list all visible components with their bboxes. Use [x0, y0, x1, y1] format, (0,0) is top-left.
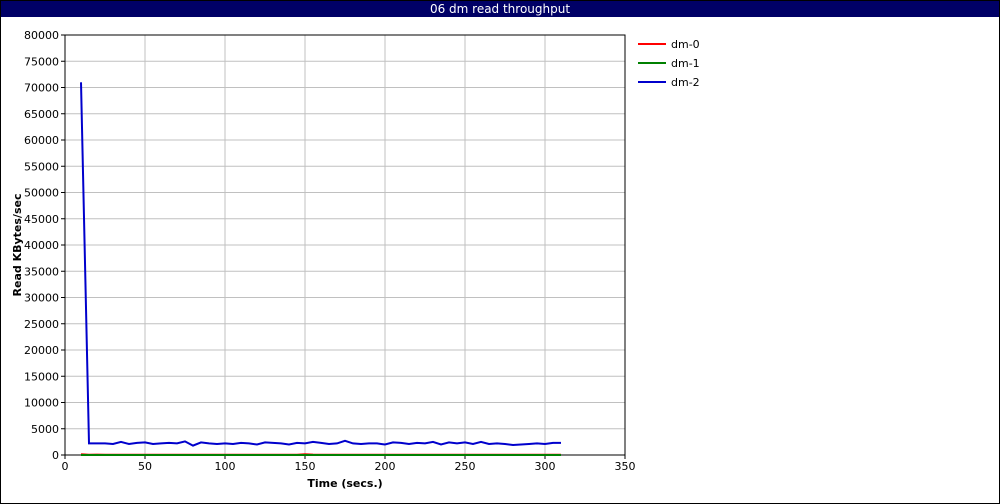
x-tick-label: 0 [62, 460, 69, 473]
y-axis-ticks: 0 5000 10000 15000 20000 25000 30000 35000 40000… [24, 29, 65, 462]
x-tick-label: 150 [295, 460, 316, 473]
x-axis-ticks: 0 50 100 150 200 250 300 350 [62, 455, 636, 473]
legend: dm-0 dm-1 dm-2 [638, 38, 700, 89]
y-tick-label: 45000 [24, 213, 59, 226]
x-tick-label: 100 [215, 460, 236, 473]
y-tick-label: 20000 [24, 344, 59, 357]
x-tick-label: 350 [615, 460, 636, 473]
y-tick-label: 30000 [24, 292, 59, 305]
series-lines [80, 82, 562, 456]
legend-item-dm-1: dm-1 [638, 57, 700, 70]
series-line-dm-2 [80, 82, 561, 447]
grid-lines [64, 34, 626, 456]
legend-label: dm-1 [671, 57, 700, 70]
y-tick-label: 75000 [24, 55, 59, 68]
x-tick-label: 50 [138, 460, 152, 473]
y-axis-label: Read KBytes/sec [11, 194, 24, 297]
y-tick-label: 25000 [24, 318, 59, 331]
y-tick-label: 10000 [24, 397, 59, 410]
x-tick-label: 200 [375, 460, 396, 473]
y-tick-label: 0 [52, 449, 59, 462]
y-tick-label: 40000 [24, 239, 59, 252]
legend-item-dm-0: dm-0 [638, 38, 700, 51]
legend-label: dm-2 [671, 76, 700, 89]
y-tick-label: 65000 [24, 108, 59, 121]
legend-label: dm-0 [671, 38, 700, 51]
y-tick-label: 70000 [24, 82, 59, 95]
x-tick-label: 250 [455, 460, 476, 473]
y-tick-label: 35000 [24, 265, 59, 278]
line-chart: 0 5000 10000 15000 20000 25000 30000 35000 40000… [11, 29, 700, 490]
y-tick-label: 80000 [24, 29, 59, 42]
legend-item-dm-2: dm-2 [638, 76, 700, 89]
x-tick-label: 300 [535, 460, 556, 473]
y-tick-label: 15000 [24, 370, 59, 383]
y-tick-label: 55000 [24, 160, 59, 173]
y-tick-label: 5000 [31, 423, 59, 436]
y-tick-label: 60000 [24, 134, 59, 147]
x-axis-label: Time (secs.) [307, 477, 382, 490]
y-tick-label: 50000 [24, 187, 59, 200]
